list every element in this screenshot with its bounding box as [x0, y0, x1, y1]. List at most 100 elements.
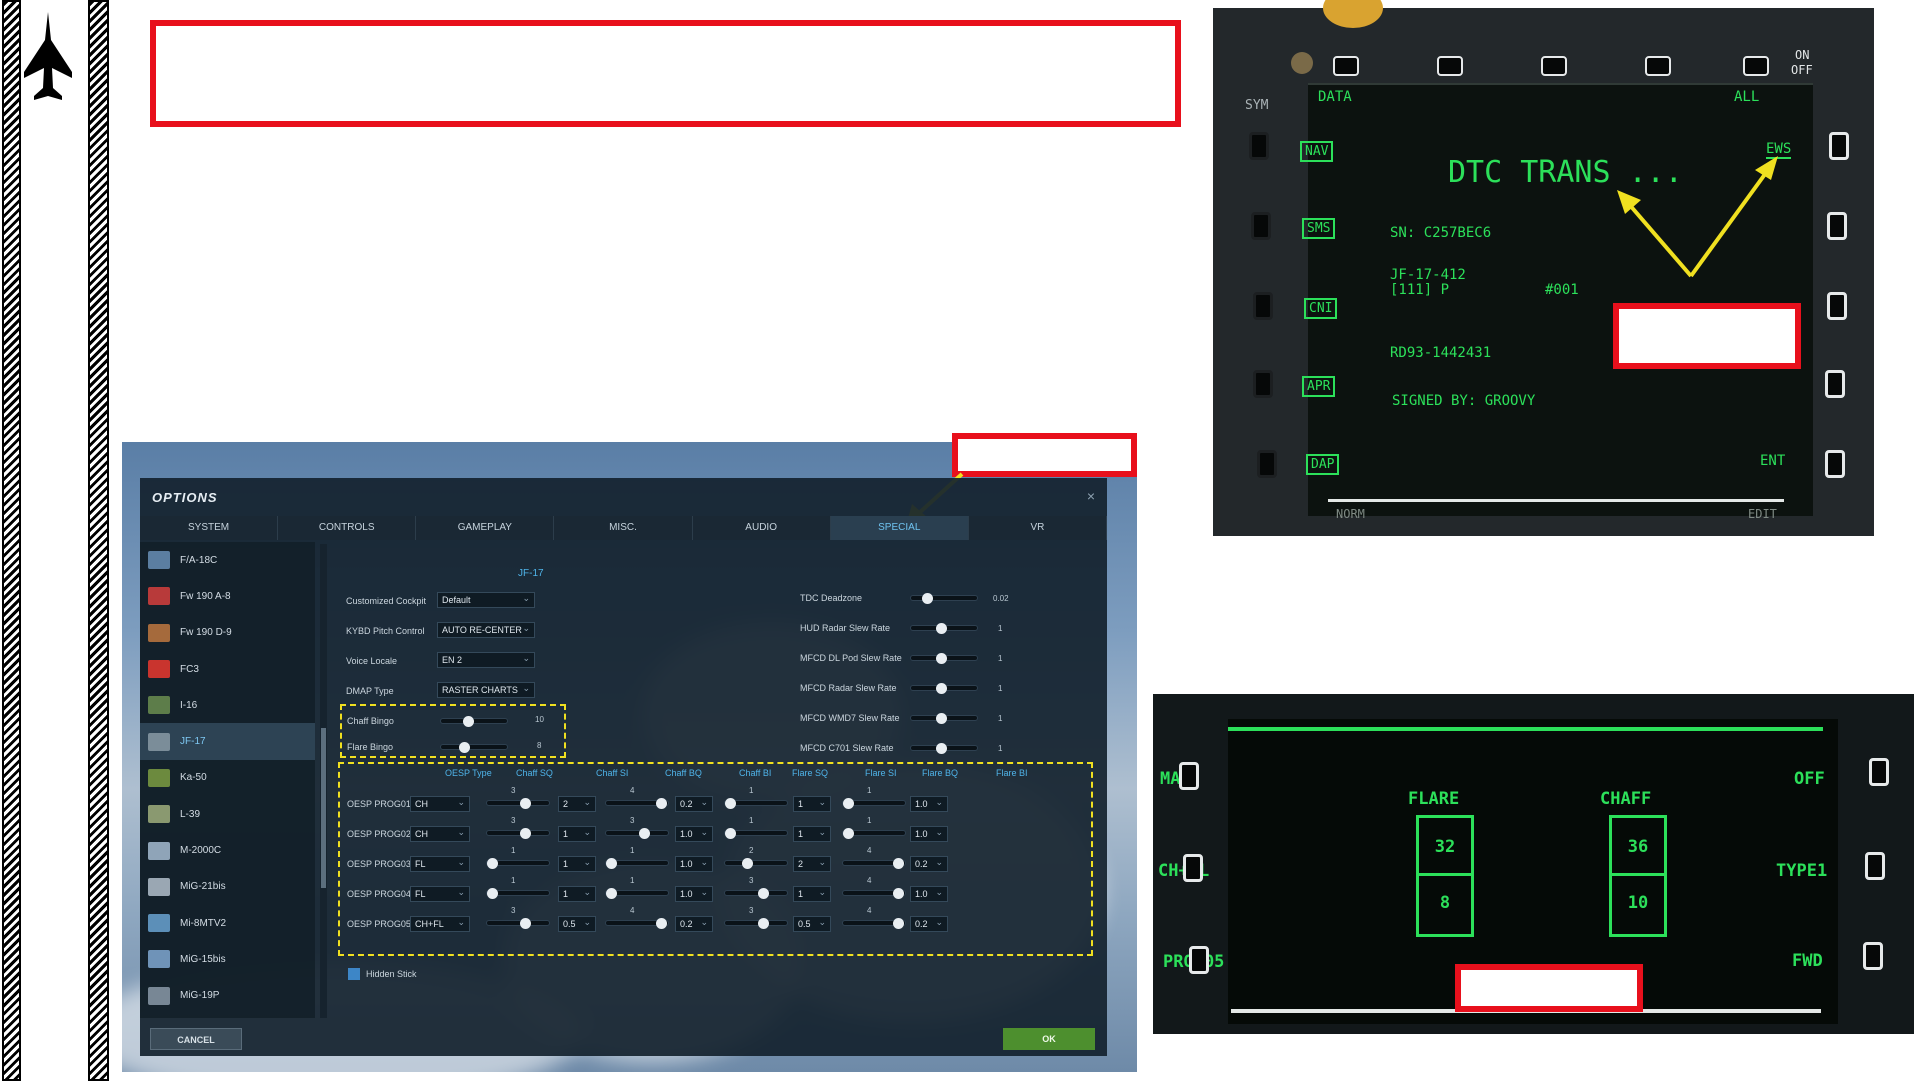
slider-knob[interactable]	[606, 888, 617, 899]
oesp-slider[interactable]	[605, 858, 669, 869]
oesp-slider[interactable]	[724, 888, 788, 899]
oesp-slider[interactable]	[486, 828, 550, 839]
aircraft-item[interactable]: MiG-21bis	[140, 869, 315, 905]
tab-misc[interactable]: MISC.	[554, 516, 693, 540]
slider-knob[interactable]	[936, 683, 947, 694]
oesp-interval-select[interactable]: 2	[793, 855, 831, 872]
oesp-slider[interactable]	[724, 828, 788, 839]
oesp-interval-select[interactable]: 0.5	[793, 915, 831, 932]
slider-knob[interactable]	[639, 828, 650, 839]
oesp-slider[interactable]	[842, 888, 906, 899]
slider-knob[interactable]	[520, 918, 531, 929]
oesp-interval-select[interactable]: 1	[793, 885, 831, 902]
close-icon[interactable]: ×	[1087, 488, 1095, 504]
osb-right-3[interactable]	[1827, 292, 1847, 320]
slew-slider[interactable]	[910, 653, 978, 664]
flare-bingo-slider[interactable]	[440, 742, 508, 753]
aircraft-item[interactable]: FC3	[140, 651, 315, 687]
slider-knob[interactable]	[936, 623, 947, 634]
slider-knob[interactable]	[459, 742, 470, 753]
osb-left-3[interactable]	[1253, 292, 1273, 320]
osb-ews-left-3[interactable]	[1189, 946, 1209, 974]
osb-ews-right-1[interactable]	[1869, 758, 1889, 786]
slider-knob[interactable]	[487, 888, 498, 899]
aircraft-item[interactable]: MiG-15bis	[140, 941, 315, 977]
osb-top-5[interactable]	[1743, 56, 1769, 76]
slew-slider[interactable]	[910, 743, 978, 754]
slider-knob[interactable]	[656, 918, 667, 929]
osb-top-2[interactable]	[1437, 56, 1463, 76]
osb-left-4[interactable]	[1253, 370, 1273, 398]
oesp-interval-select[interactable]: 1.0	[910, 825, 948, 842]
slider-knob[interactable]	[893, 888, 904, 899]
slider-knob[interactable]	[936, 653, 947, 664]
osb-right-5[interactable]	[1825, 450, 1845, 478]
slider-knob[interactable]	[843, 798, 854, 809]
oesp-slider[interactable]	[605, 918, 669, 929]
oesp-type-select[interactable]: CH	[410, 795, 470, 812]
slider-knob[interactable]	[463, 716, 474, 727]
oesp-interval-select[interactable]: 1	[793, 795, 831, 812]
aircraft-item[interactable]: Ka-50	[140, 760, 315, 796]
aircraft-item[interactable]: MiG-19P	[140, 978, 315, 1014]
oesp-slider[interactable]	[724, 858, 788, 869]
osb-left-1[interactable]	[1249, 132, 1269, 160]
slider-knob[interactable]	[520, 798, 531, 809]
aircraft-item[interactable]: Fw 190 D-9	[140, 615, 315, 651]
aircraft-scrollbar-thumb[interactable]	[321, 728, 326, 888]
oesp-interval-select[interactable]: 1	[558, 885, 596, 902]
customized-cockpit-select[interactable]: Default	[437, 591, 535, 608]
oesp-slider[interactable]	[605, 798, 669, 809]
slider-knob[interactable]	[725, 798, 736, 809]
kybd-pitch-select[interactable]: AUTO RE-CENTER	[437, 621, 535, 638]
slider-knob[interactable]	[843, 828, 854, 839]
slider-knob[interactable]	[758, 888, 769, 899]
oesp-slider[interactable]	[605, 828, 669, 839]
oesp-type-select[interactable]: FL	[410, 885, 470, 902]
oesp-slider[interactable]	[486, 918, 550, 929]
oesp-type-select[interactable]: FL	[410, 855, 470, 872]
oesp-type-select[interactable]: CH+FL	[410, 915, 470, 932]
slider-knob[interactable]	[725, 828, 736, 839]
cancel-button[interactable]: CANCEL	[150, 1028, 242, 1050]
osb-top-4[interactable]	[1645, 56, 1671, 76]
osb-right-1[interactable]	[1829, 132, 1849, 160]
slider-knob[interactable]	[487, 858, 498, 869]
oesp-slider[interactable]	[842, 828, 906, 839]
oesp-interval-select[interactable]: 1.0	[675, 855, 713, 872]
osb-right-4[interactable]	[1825, 370, 1845, 398]
oesp-slider[interactable]	[842, 798, 906, 809]
oesp-interval-select[interactable]: 1.0	[910, 795, 948, 812]
aircraft-item[interactable]: F/A-18C	[140, 542, 315, 578]
aircraft-item[interactable]: Fw 190 A-8	[140, 578, 315, 614]
aircraft-item[interactable]: L-39	[140, 796, 315, 832]
tab-vr[interactable]: VR	[969, 516, 1107, 540]
oesp-slider[interactable]	[486, 798, 550, 809]
osb-ews-left-1[interactable]	[1179, 762, 1199, 790]
chaff-bingo-slider[interactable]	[440, 716, 508, 727]
oesp-interval-select[interactable]: 1.0	[675, 825, 713, 842]
oesp-interval-select[interactable]: 0.2	[675, 915, 713, 932]
slider-knob[interactable]	[656, 798, 667, 809]
tab-controls[interactable]: CONTROLS	[278, 516, 417, 540]
oesp-slider[interactable]	[842, 858, 906, 869]
osb-ews-left-2[interactable]	[1183, 854, 1203, 882]
oesp-slider[interactable]	[724, 798, 788, 809]
slider-knob[interactable]	[936, 713, 947, 724]
osb-left-5[interactable]	[1257, 450, 1277, 478]
slider-knob[interactable]	[936, 743, 947, 754]
dmap-type-select[interactable]: RASTER CHARTS	[437, 681, 535, 698]
hidden-stick-checkbox[interactable]	[348, 968, 360, 980]
slider-knob[interactable]	[893, 918, 904, 929]
slider-knob[interactable]	[893, 858, 904, 869]
oesp-interval-select[interactable]: 0.5	[558, 915, 596, 932]
oesp-interval-select[interactable]: 1.0	[910, 885, 948, 902]
oesp-interval-select[interactable]: 1	[558, 855, 596, 872]
oesp-interval-select[interactable]: 1	[558, 825, 596, 842]
ok-button[interactable]: OK	[1003, 1028, 1095, 1050]
oesp-interval-select[interactable]: 0.2	[910, 855, 948, 872]
slider-knob[interactable]	[758, 918, 769, 929]
osb-top-3[interactable]	[1541, 56, 1567, 76]
tab-audio[interactable]: AUDIO	[693, 516, 831, 540]
osb-ews-right-3[interactable]	[1863, 942, 1883, 970]
